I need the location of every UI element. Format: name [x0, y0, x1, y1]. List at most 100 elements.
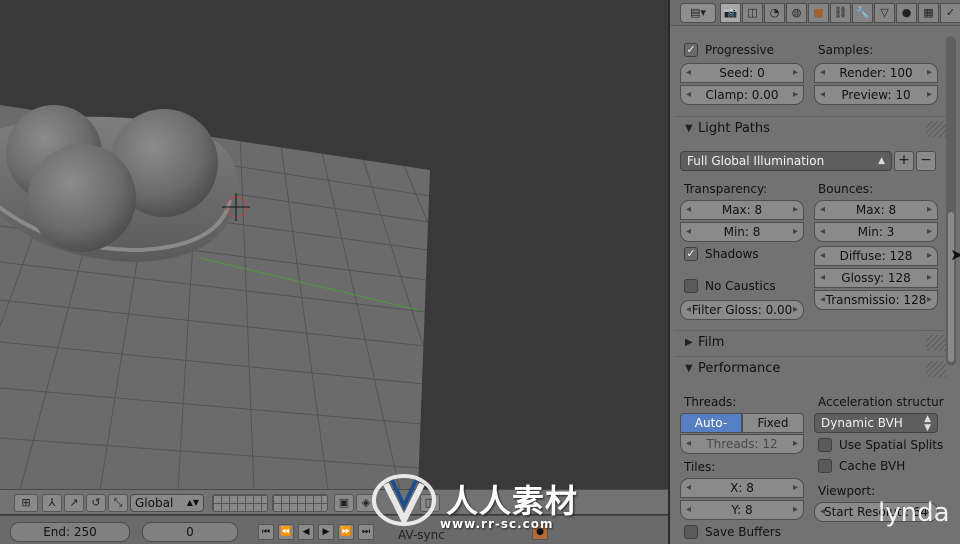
shadows-checkbox[interactable]: ✓ Shadows	[684, 245, 759, 263]
prev-keyframe-icon[interactable]: ⏪	[278, 524, 294, 540]
threads-auto-detect-toggle[interactable]: Auto-detec	[680, 413, 742, 448]
modifiers-tab-icon[interactable]: 🔧	[852, 3, 873, 23]
select-arrows-icon: ▲▼	[186, 498, 199, 507]
play-icon[interactable]: ▶	[318, 524, 334, 540]
select-arrows-icon: ▲▼	[924, 414, 931, 433]
sphere-front	[28, 144, 136, 252]
film-panel-header[interactable]: ▶ Film	[674, 330, 946, 354]
remove-preset-button[interactable]: −	[916, 151, 936, 171]
drag-grip-icon[interactable]	[926, 335, 946, 351]
render-tab-icon[interactable]: 📷	[720, 3, 741, 23]
cache-bvh-checkbox[interactable]: Cache BVH	[818, 457, 905, 475]
jump-start-icon[interactable]: ⏮	[258, 524, 274, 540]
clamp-value: Clamp: 0.00	[705, 88, 779, 102]
properties-scrollbar-thumb[interactable]	[948, 212, 954, 362]
expand-triangle-icon: ▼	[685, 363, 693, 374]
current-frame-field[interactable]: 0	[142, 522, 238, 542]
save-buffers-label: Save Buffers	[705, 525, 781, 539]
check-icon: ✓	[684, 247, 698, 261]
scene-tab-icon[interactable]: ◔	[764, 3, 785, 23]
pivot-icon[interactable]: ⊞	[14, 494, 38, 512]
save-buffers-checkbox[interactable]: Save Buffers	[684, 523, 781, 541]
current-frame-value: 0	[186, 525, 194, 539]
use-spatial-splits-checkbox[interactable]: Use Spatial Splits	[818, 436, 943, 454]
sync-mode-select[interactable]: AV-sync	[398, 528, 445, 542]
acceleration-structure-value: Dynamic BVH	[821, 416, 903, 430]
light-paths-panel-header[interactable]: ▼ Light Paths	[674, 116, 946, 140]
play-reverse-icon[interactable]: ◀	[298, 524, 314, 540]
transparency-min-field[interactable]: Min: 8	[680, 222, 804, 242]
drag-grip-icon[interactable]	[926, 121, 946, 137]
select-arrows-icon: ▲	[878, 156, 885, 166]
blender-window: ⊞ ⅄ ↗ ↺ ⤡ Global ▲▼ ▣ ◈ ◫ End: 250 0 ⏮ ⏪	[0, 0, 960, 544]
tile-x-field[interactable]: X: 8	[680, 478, 804, 498]
expand-triangle-icon: ▼	[685, 123, 693, 134]
transform-orientation-select[interactable]: Global ▲▼	[130, 494, 204, 512]
threads-fixed-toggle[interactable]: Fixed	[742, 413, 804, 433]
seed-field[interactable]: Seed: 0	[680, 63, 804, 83]
threads-count-field[interactable]: Threads: 12	[680, 434, 804, 454]
collapse-triangle-icon: ▶	[685, 337, 693, 348]
light-paths-preset-select[interactable]: Full Global Illumination ▲	[680, 151, 892, 171]
preview-samples-field[interactable]: Preview: 10	[814, 85, 938, 105]
editor-type-icon[interactable]: ▤▾	[680, 3, 716, 23]
tile-x-value: X: 8	[730, 481, 754, 495]
add-preset-button[interactable]: +	[894, 151, 914, 171]
lynda-watermark: lynda	[878, 498, 950, 528]
transmission-bounces-field[interactable]: Transmissio: 128	[814, 290, 938, 310]
end-frame-field[interactable]: End: 250	[10, 522, 130, 542]
drag-grip-icon[interactable]	[926, 361, 946, 377]
transparency-label: Transparency:	[684, 182, 768, 196]
transparency-max-field[interactable]: Max: 8	[680, 200, 804, 220]
render-layers-tab-icon[interactable]: ◫	[742, 3, 763, 23]
rotate-icon[interactable]: ↺	[86, 494, 106, 512]
3d-viewport[interactable]: ⊞ ⅄ ↗ ↺ ⤡ Global ▲▼ ▣ ◈ ◫ End: 250 0 ⏮ ⏪	[0, 0, 668, 544]
preset-value: Full Global Illumination	[687, 154, 825, 168]
particles-tab-icon[interactable]: ✓	[940, 3, 960, 23]
layer-buttons-group-1[interactable]	[212, 494, 268, 512]
glossy-bounces-value: Glossy: 128	[841, 271, 911, 285]
watermark-text: 人人素材	[446, 482, 579, 520]
shadows-label: Shadows	[705, 247, 759, 261]
threads-label: Threads:	[684, 395, 737, 409]
checkbox-box	[818, 459, 832, 473]
manipulator-toggle-icon[interactable]: ⅄	[42, 494, 62, 512]
end-frame-value: End: 250	[43, 525, 97, 539]
tile-y-field[interactable]: Y: 8	[680, 500, 804, 520]
performance-panel-header[interactable]: ▼ Performance	[674, 356, 946, 380]
no-caustics-checkbox[interactable]: No Caustics	[684, 277, 776, 295]
checkbox-box	[818, 438, 832, 452]
next-keyframe-icon[interactable]: ⏩	[338, 524, 354, 540]
scale-icon[interactable]: ⤡	[108, 494, 128, 512]
lock-icon[interactable]: ▣	[334, 494, 354, 512]
data-tab-icon[interactable]: ▽	[874, 3, 895, 23]
properties-header: ▤▾ 📷 ◫ ◔ ◍ ■ ⛓ 🔧 ▽ ● ▦ ✓	[670, 0, 960, 26]
performance-title: Performance	[698, 361, 781, 376]
transform-orientation-value: Global	[135, 496, 174, 510]
transparency-min-value: Min: 8	[723, 225, 761, 239]
glossy-bounces-field[interactable]: Glossy: 128	[814, 268, 938, 288]
layer-buttons-group-2[interactable]	[272, 494, 328, 512]
progressive-checkbox[interactable]: ✓ Progressive	[684, 41, 774, 59]
acceleration-structure-label: Acceleration structur	[818, 395, 944, 409]
progressive-label: Progressive	[705, 43, 775, 57]
cache-bvh-label: Cache BVH	[839, 459, 906, 473]
clamp-field[interactable]: Clamp: 0.00	[680, 85, 804, 105]
translate-icon[interactable]: ↗	[64, 494, 84, 512]
render-samples-value: Render: 100	[839, 66, 913, 80]
texture-tab-icon[interactable]: ▦	[918, 3, 939, 23]
diffuse-bounces-field[interactable]: Diffuse: 128	[814, 246, 938, 266]
bounces-min-field[interactable]: Min: 3	[814, 222, 938, 242]
object-tab-icon[interactable]: ■	[808, 3, 829, 23]
bounces-min-value: Min: 3	[857, 225, 895, 239]
world-tab-icon[interactable]: ◍	[786, 3, 807, 23]
render-samples-field[interactable]: Render: 100	[814, 63, 938, 83]
acceleration-structure-select[interactable]: Dynamic BVH ▲ ▼	[814, 413, 938, 433]
tile-y-value: Y: 8	[731, 503, 753, 517]
material-tab-icon[interactable]: ●	[896, 3, 917, 23]
render-properties: ✓ Progressive Samples: Seed: 0 Clamp: 0.…	[670, 26, 960, 544]
transparency-max-value: Max: 8	[721, 203, 763, 217]
constraints-tab-icon[interactable]: ⛓	[830, 3, 851, 23]
bounces-max-field[interactable]: Max: 8	[814, 200, 938, 220]
filter-gloss-field[interactable]: Filter Gloss: 0.00	[680, 300, 804, 320]
